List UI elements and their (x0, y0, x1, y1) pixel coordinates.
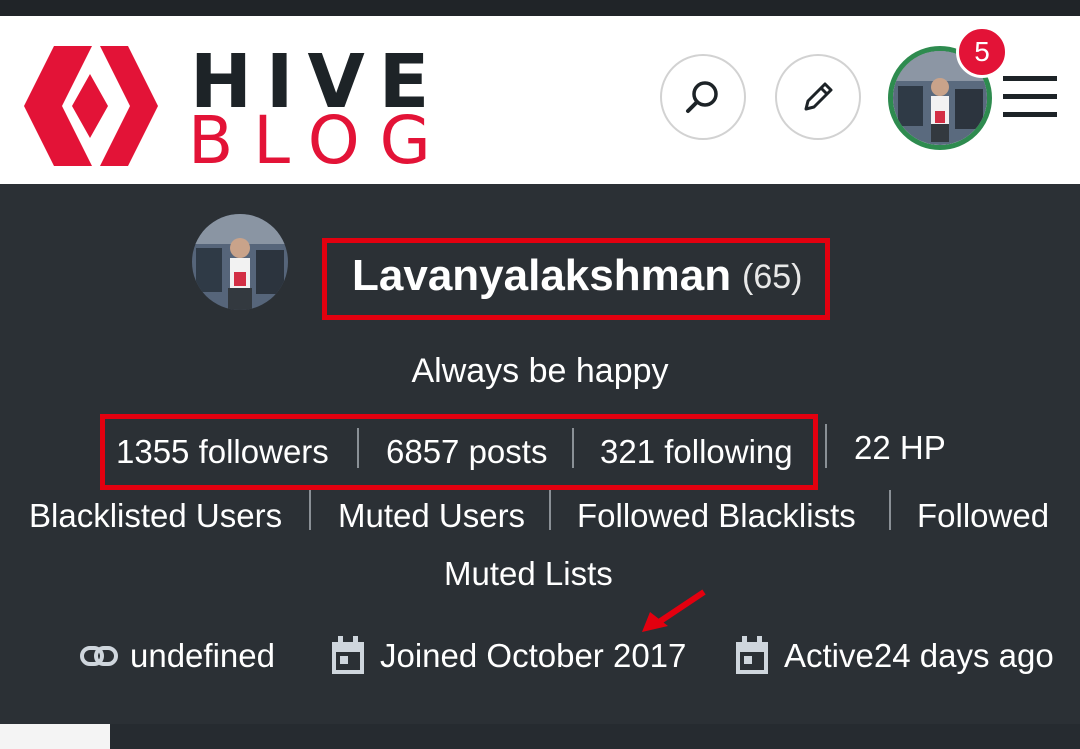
logo-text-blog: BLOG (188, 102, 451, 179)
link-icon (80, 646, 118, 666)
joined-date: Joined October 2017 (380, 637, 687, 674)
divider (825, 424, 827, 468)
profile-avatar (192, 214, 288, 310)
followed-muted-lists-link-line2[interactable]: Muted Lists (444, 552, 613, 596)
followers-link[interactable]: 1355 followers (116, 430, 329, 474)
divider (549, 490, 551, 530)
divider (357, 428, 359, 468)
notification-badge[interactable]: 5 (956, 26, 1008, 78)
divider (572, 428, 574, 468)
create-post-button[interactable] (775, 54, 861, 140)
followed-muted-lists-link[interactable]: Followed (917, 494, 1049, 538)
pencil-icon (804, 82, 833, 111)
site-header: HIVE BLOG 5 (0, 16, 1080, 184)
divider (309, 490, 311, 530)
top-status-bar (0, 0, 1080, 16)
profile-about: Always be happy (411, 352, 669, 390)
annotation-arrow (642, 589, 706, 632)
reputation-score: (65) (742, 258, 803, 296)
calendar-icon (332, 636, 364, 674)
last-active: Active24 days ago (784, 637, 1054, 674)
hive-power: 22 HP (854, 429, 946, 466)
followed-blacklists-link[interactable]: Followed Blacklists (577, 494, 856, 538)
posts-link[interactable]: 6857 posts (386, 430, 547, 474)
bottom-tab-area (0, 724, 110, 749)
search-icon (686, 81, 718, 113)
hive-logo-icon (24, 46, 158, 166)
bottom-strip (110, 724, 1080, 749)
blacklisted-users-link[interactable]: Blacklisted Users (29, 494, 282, 538)
profile-name: Lavanyalakshman (352, 251, 732, 300)
muted-users-link[interactable]: Muted Users (338, 494, 525, 538)
calendar-icon (736, 636, 768, 674)
website-link[interactable]: undefined (130, 634, 275, 678)
divider (889, 490, 891, 530)
following-link[interactable]: 321 following (600, 430, 793, 474)
menu-icon[interactable] (1003, 74, 1057, 118)
search-button[interactable] (660, 54, 746, 140)
